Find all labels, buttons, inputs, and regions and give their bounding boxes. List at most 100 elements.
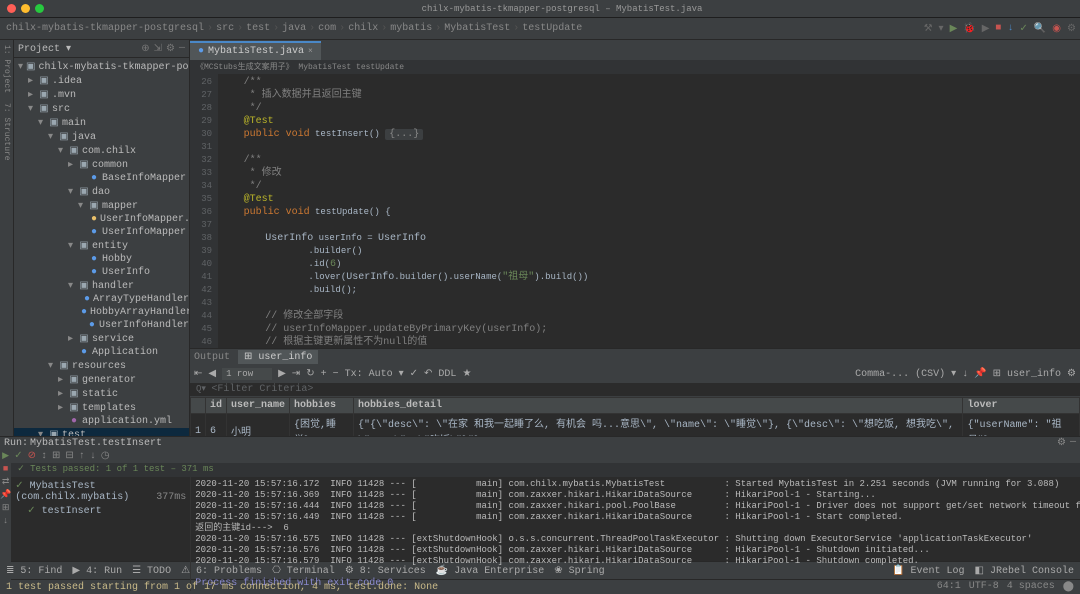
tree-item[interactable]: ●UserInfo bbox=[14, 266, 189, 279]
structure-tab[interactable]: 7: Structure bbox=[2, 103, 11, 161]
tree-item[interactable]: ▸▣generator bbox=[14, 373, 189, 387]
remove-row-icon[interactable]: − bbox=[333, 369, 339, 380]
rollback-icon[interactable]: ↶ bbox=[424, 368, 432, 380]
maximize-icon[interactable] bbox=[35, 4, 44, 13]
hide-icon[interactable]: — bbox=[1070, 437, 1076, 449]
prev-icon[interactable]: ↑ bbox=[79, 451, 85, 462]
vcs-update-icon[interactable]: ↓ bbox=[1007, 23, 1013, 35]
gear-icon[interactable]: ⚙ bbox=[1067, 368, 1076, 380]
status-item[interactable]: ⬤ bbox=[1063, 581, 1074, 593]
run-icon[interactable]: ▶ bbox=[950, 23, 958, 35]
tree-item[interactable]: ▾▣main bbox=[14, 116, 189, 130]
close-icon[interactable] bbox=[7, 4, 16, 13]
tree-item[interactable]: ▾▣test bbox=[14, 428, 189, 436]
tree-item[interactable]: ▾▣com.chilx bbox=[14, 144, 189, 158]
tree-item[interactable]: ●Application bbox=[14, 346, 189, 359]
layout-icon[interactable]: ⊞ bbox=[2, 503, 10, 513]
db-result-table[interactable]: iduser_namehobbieshobbies_detaillover16小… bbox=[190, 397, 1080, 436]
tree-item[interactable]: ▾▣entity bbox=[14, 239, 189, 253]
expand-icon[interactable]: ⊞ bbox=[52, 450, 60, 462]
line-gutter[interactable]: 26 27 28 29 30 31 32 33 34 35 36 37 38 3… bbox=[190, 74, 218, 348]
tab-mybatistest[interactable]: ● MybatisTest.java × bbox=[190, 41, 321, 60]
run-config[interactable]: ▾ bbox=[939, 23, 944, 35]
history-icon[interactable]: ◷ bbox=[101, 450, 110, 462]
jrebel-icon[interactable]: ◉ bbox=[1052, 23, 1061, 35]
tree-item[interactable]: ▾▣src bbox=[14, 102, 189, 116]
db-filter[interactable]: Q▾ <Filter Criteria> bbox=[190, 383, 1080, 397]
export-icon[interactable]: ↓ bbox=[962, 369, 968, 380]
status-item[interactable]: 4 spaces bbox=[1007, 581, 1055, 593]
select-file-icon[interactable]: ⊕ bbox=[141, 43, 149, 55]
tree-item[interactable]: ●ArrayTypeHandler bbox=[14, 293, 189, 306]
pin-icon[interactable]: 📌 bbox=[0, 490, 11, 500]
project-tree[interactable]: ▾▣chilx-mybatis-tkmapper-postgresql▸▣.id… bbox=[14, 58, 189, 436]
dml-label[interactable]: ★ bbox=[462, 368, 471, 380]
pin-icon[interactable]: 📌 bbox=[974, 368, 986, 380]
tree-item[interactable]: ▾▣chilx-mybatis-tkmapper-postgresql bbox=[14, 60, 189, 74]
vcs-commit-icon[interactable]: ✓ bbox=[1019, 23, 1027, 35]
export-icon[interactable]: ↓ bbox=[3, 516, 8, 526]
code-editor[interactable]: /** * 插入数据并且返回主键 */ @Test public void te… bbox=[218, 74, 1080, 348]
collapse-icon[interactable]: ⊟ bbox=[65, 450, 73, 462]
project-tab[interactable]: 1: Project bbox=[2, 45, 11, 93]
tree-item[interactable]: ▾▣handler bbox=[14, 279, 189, 293]
close-tab-icon[interactable]: × bbox=[308, 47, 313, 56]
view-icon[interactable]: ⊞ bbox=[993, 368, 1001, 380]
db-output-tab[interactable]: Output bbox=[194, 352, 230, 363]
collapse-icon[interactable]: ⇲ bbox=[154, 43, 162, 55]
project-panel: Project ▾ ⊕ ⇲ ⚙ — ▾▣chilx-mybatis-tkmapp… bbox=[14, 40, 190, 436]
tree-item[interactable]: ▸▣static bbox=[14, 387, 189, 401]
search-icon[interactable]: 🔍 bbox=[1034, 23, 1046, 35]
reload-icon[interactable]: ↻ bbox=[306, 368, 314, 380]
toggle-icon[interactable]: ⇄ bbox=[2, 477, 10, 487]
settings-icon[interactable]: ⚙ bbox=[1067, 23, 1076, 35]
run-panel: Run: MybatisTest.testInsert ⚙ — ▶ ■ ⇄ 📌 … bbox=[0, 436, 1080, 561]
tree-item[interactable]: ●HobbyArrayHandler bbox=[14, 306, 189, 319]
rows-input[interactable] bbox=[222, 368, 272, 380]
hammer-icon[interactable]: ⚒ bbox=[924, 23, 933, 35]
tree-item[interactable]: ▾▣mapper bbox=[14, 199, 189, 213]
tree-item[interactable]: ▸▣templates bbox=[14, 401, 189, 415]
export-format[interactable]: Comma-... (CSV) ▾ bbox=[855, 368, 956, 380]
stop-icon[interactable]: ■ bbox=[3, 464, 8, 474]
status-item[interactable]: UTF-8 bbox=[969, 581, 999, 593]
run-config-name[interactable]: MybatisTest.testInsert bbox=[28, 438, 162, 449]
tree-item[interactable]: ▸▣.idea bbox=[14, 74, 189, 88]
tree-item[interactable]: ●UserInfoMapper bbox=[14, 226, 189, 239]
minimize-icon[interactable] bbox=[21, 4, 30, 13]
tree-item[interactable]: ▸▣.mvn bbox=[14, 88, 189, 102]
status-item[interactable]: 64:1 bbox=[937, 581, 961, 593]
tree-item[interactable]: ●UserInfoMapper.xml bbox=[14, 213, 189, 226]
debug-icon[interactable]: 🐞 bbox=[963, 23, 975, 35]
coverage-icon[interactable]: ▶ bbox=[982, 23, 990, 35]
pass-filter-icon[interactable]: ✓ bbox=[14, 450, 22, 462]
gear-icon[interactable]: ⚙ bbox=[1057, 437, 1066, 449]
ddl-label[interactable]: DDL bbox=[438, 369, 456, 380]
editor-breadcrumb[interactable]: 《MCStubs生成文案用子》 MybatisTest testUpdate bbox=[190, 60, 1080, 74]
tree-item[interactable]: ▸▣service bbox=[14, 332, 189, 346]
settings-icon[interactable]: ⚙ bbox=[166, 43, 175, 55]
db-table-tab[interactable]: ⊞ user_info bbox=[238, 350, 318, 364]
tree-item[interactable]: ●application.yml bbox=[14, 415, 189, 428]
next-icon[interactable]: ↓ bbox=[90, 451, 96, 462]
tree-item[interactable]: ▾▣resources bbox=[14, 359, 189, 373]
tree-item[interactable]: ▾▣java bbox=[14, 130, 189, 144]
tree-item[interactable]: ▾▣dao bbox=[14, 185, 189, 199]
last-row-icon[interactable]: ⇥ bbox=[292, 368, 300, 380]
first-row-icon[interactable]: ⇤ bbox=[194, 368, 202, 380]
commit-icon[interactable]: ✓ bbox=[410, 368, 418, 380]
fail-filter-icon[interactable]: ⊘ bbox=[28, 450, 36, 462]
tree-item[interactable]: ▸▣common bbox=[14, 158, 189, 172]
stop-icon[interactable]: ■ bbox=[995, 23, 1001, 35]
add-row-icon[interactable]: + bbox=[321, 369, 327, 380]
editor-tabs: ● MybatisTest.java × bbox=[190, 40, 1080, 60]
tree-item[interactable]: ●BaseInfoMapper bbox=[14, 172, 189, 185]
next-row-icon[interactable]: ▶ bbox=[278, 368, 286, 380]
nav-breadcrumb[interactable]: chilx-mybatis-tkmapper-postgresql›src›te… bbox=[4, 23, 582, 34]
tree-item[interactable]: ●Hobby bbox=[14, 253, 189, 266]
prev-row-icon[interactable]: ◀ bbox=[208, 368, 216, 380]
tree-item[interactable]: ●UserInfoHandler bbox=[14, 319, 189, 332]
rerun-icon[interactable]: ▶ bbox=[2, 451, 9, 461]
hide-icon[interactable]: — bbox=[179, 43, 185, 55]
sort-icon[interactable]: ↕ bbox=[41, 451, 47, 462]
